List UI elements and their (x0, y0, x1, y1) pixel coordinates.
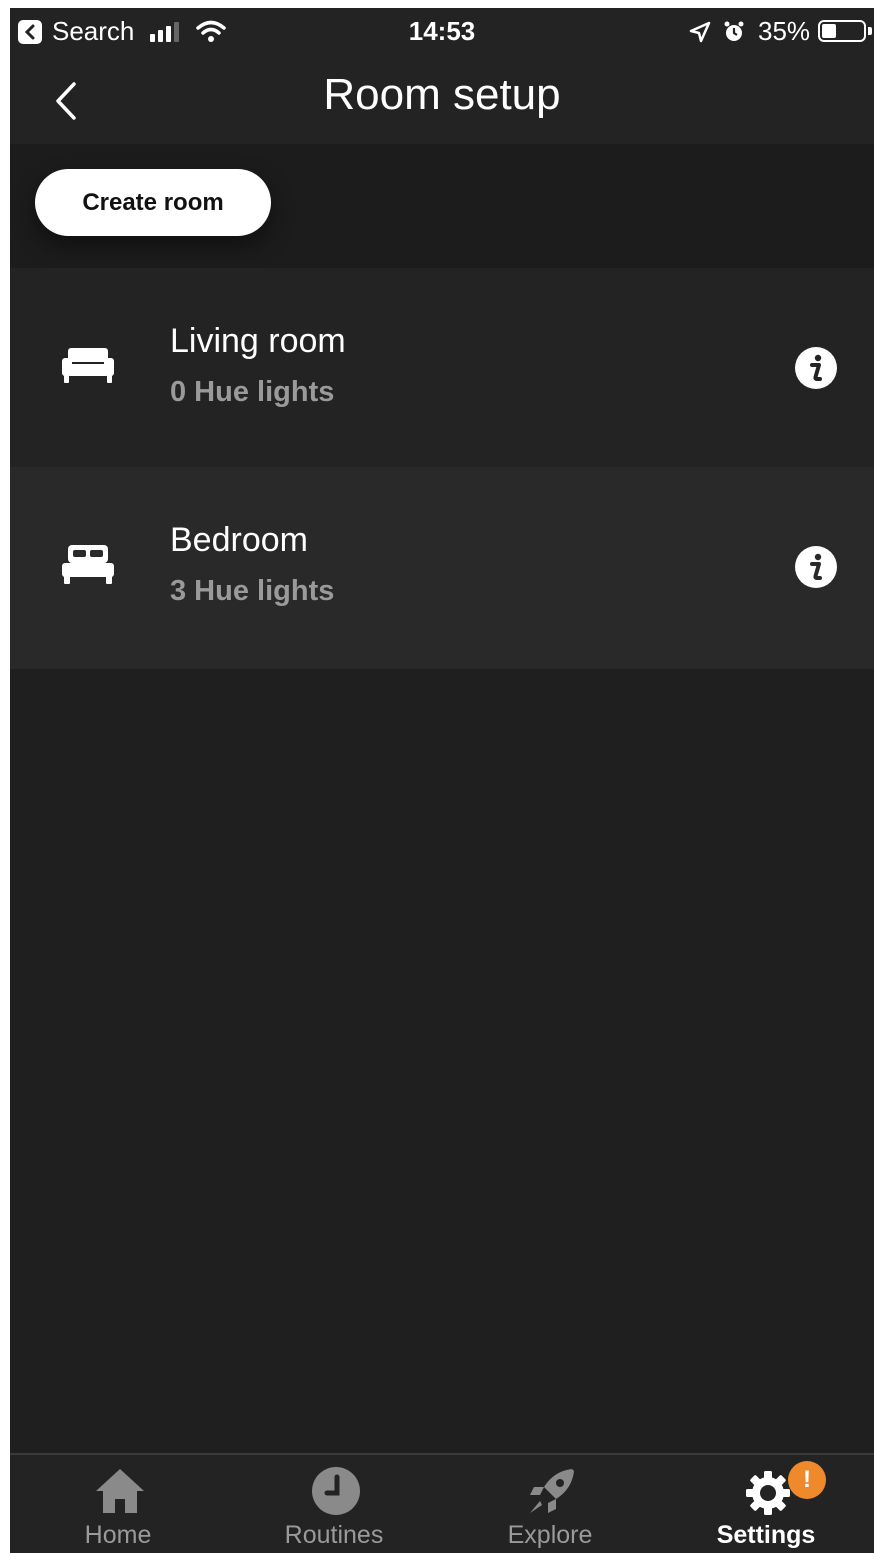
room-row-bedroom[interactable]: Bedroom 3 Hue lights (10, 467, 874, 669)
battery-icon (818, 20, 866, 42)
room-row-living-room[interactable]: Living room 0 Hue lights (10, 268, 874, 470)
room-light-count: 0 Hue lights (170, 376, 335, 408)
tab-routines[interactable]: Routines (226, 1455, 442, 1553)
tab-bar: Home Routines Explore Settings ! (10, 1453, 874, 1553)
alarm-icon (724, 21, 744, 41)
create-room-button[interactable]: Create room (35, 169, 271, 236)
room-name: Living room (170, 322, 346, 360)
gear-icon (746, 1471, 790, 1515)
create-room-section: Create room (10, 144, 874, 268)
battery-level-fill (822, 24, 836, 38)
sofa-icon (62, 348, 114, 383)
info-icon[interactable] (794, 545, 838, 589)
page-title: Room setup (323, 70, 561, 119)
status-bar: Search 14:53 35% (10, 8, 874, 56)
tab-settings[interactable]: Settings (658, 1455, 874, 1553)
info-icon[interactable] (794, 346, 838, 390)
battery-tip (868, 27, 872, 35)
bed-icon (62, 545, 114, 584)
clock-icon (312, 1467, 360, 1515)
battery-percent: 35% (758, 16, 811, 46)
settings-alert-badge: ! (788, 1461, 826, 1499)
room-light-count: 3 Hue lights (170, 575, 335, 607)
nav-header: Room setup (10, 56, 874, 144)
tab-label: Settings (716, 1521, 816, 1549)
room-name: Bedroom (170, 521, 308, 559)
tab-label: Explore (507, 1521, 593, 1549)
home-icon (96, 1469, 144, 1513)
tab-home[interactable]: Home (10, 1455, 226, 1553)
tab-label: Home (84, 1521, 152, 1549)
app-screen: Search 14:53 35% Room setup Create room … (10, 8, 874, 1553)
tab-label: Routines (284, 1521, 384, 1549)
tab-explore[interactable]: Explore (442, 1455, 658, 1553)
location-arrow-icon (689, 21, 711, 43)
rocket-icon (530, 1469, 574, 1513)
